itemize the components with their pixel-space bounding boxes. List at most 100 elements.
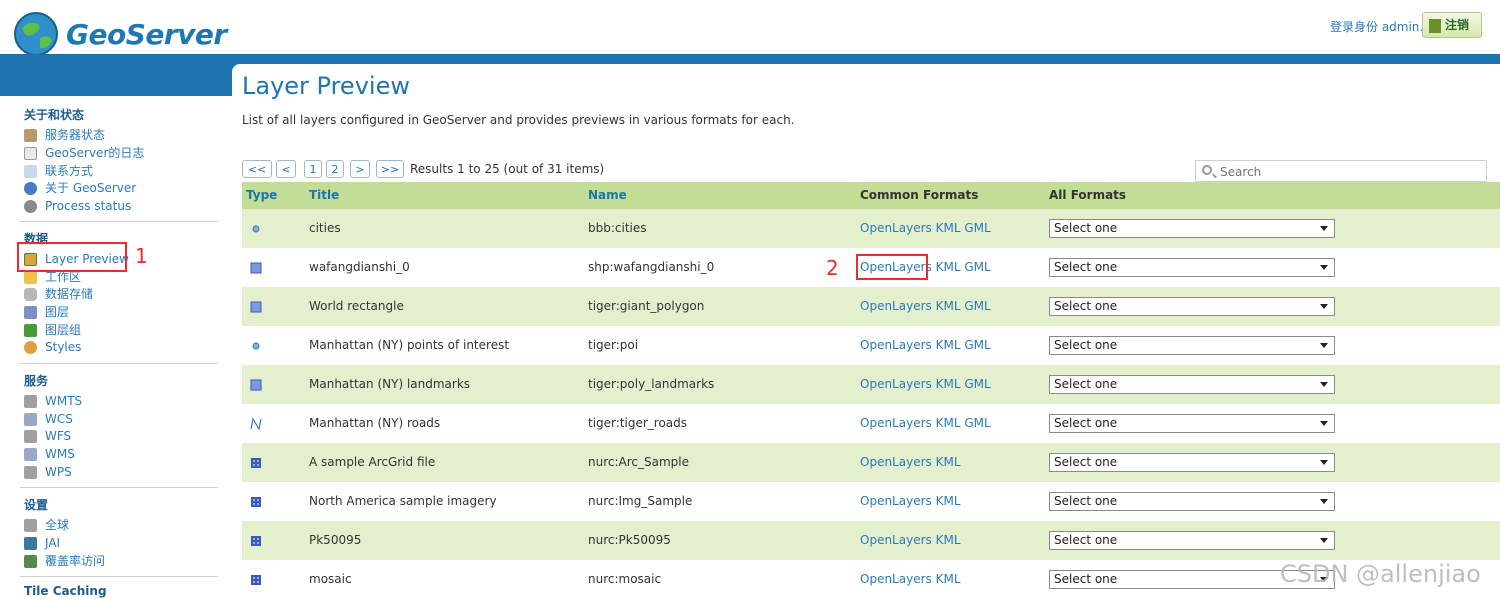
- all-formats-select[interactable]: Select one: [1049, 219, 1335, 238]
- gml-link[interactable]: GML: [964, 377, 990, 391]
- pager-first-button[interactable]: <<: [242, 160, 272, 178]
- openlayers-link[interactable]: OpenLayers: [860, 377, 932, 391]
- annotation-number-2: 2: [826, 256, 839, 280]
- sidebar-item-global[interactable]: 全球: [24, 517, 69, 533]
- sidebar-item-about[interactable]: 关于 GeoServer: [24, 180, 136, 196]
- select-value: Select one: [1054, 299, 1118, 313]
- openlayers-link[interactable]: OpenLayers: [860, 299, 932, 313]
- sidebar-item-contact[interactable]: 联系方式: [24, 163, 93, 179]
- annotation-number-1: 1: [135, 244, 148, 268]
- all-formats-select[interactable]: Select one: [1049, 414, 1335, 433]
- polygon-layer-icon: [250, 301, 262, 313]
- openlayers-link[interactable]: OpenLayers: [860, 455, 932, 469]
- select-value: Select one: [1054, 572, 1118, 586]
- sidebar-item-wmts[interactable]: WMTS: [24, 393, 82, 409]
- openlayers-link[interactable]: OpenLayers: [860, 572, 932, 586]
- sidebar-item-label: 图层组: [45, 323, 82, 337]
- sidebar-item-server-status[interactable]: 服务器状态: [24, 127, 105, 143]
- coverage-icon: [24, 555, 37, 568]
- sidebar-item-layers[interactable]: 图层: [24, 304, 69, 320]
- kml-link[interactable]: KML: [936, 377, 961, 391]
- table-row: Pk50095 nurc:Pk50095 OpenLayers KML Select …: [242, 521, 1500, 560]
- annotation-box-1: [17, 242, 127, 272]
- pager-last-button[interactable]: >>: [376, 160, 404, 178]
- column-header-title[interactable]: Title: [309, 188, 339, 202]
- layer-title: A sample ArcGrid file: [309, 455, 436, 469]
- sidebar-item-wps[interactable]: WPS: [24, 464, 72, 480]
- all-formats-select[interactable]: Select one: [1049, 336, 1335, 355]
- kml-link[interactable]: KML: [936, 338, 961, 352]
- common-formats: OpenLayers KML: [860, 494, 961, 508]
- select-value: Select one: [1054, 221, 1118, 235]
- all-formats-select[interactable]: Select one: [1049, 375, 1335, 394]
- logout-button[interactable]: 注销: [1422, 12, 1482, 38]
- all-formats-select[interactable]: Select one: [1049, 453, 1335, 472]
- sidebar-item-stores[interactable]: 数据存储: [24, 286, 93, 302]
- folder-icon: [24, 271, 37, 284]
- column-header-type[interactable]: Type: [246, 188, 277, 202]
- kml-link[interactable]: KML: [936, 299, 961, 313]
- sidebar-item-logs[interactable]: GeoServer的日志: [24, 145, 144, 161]
- kml-link[interactable]: KML: [936, 533, 961, 547]
- chevron-down-icon: [1320, 421, 1328, 426]
- nav-heading-tile-caching: Tile Caching: [24, 584, 107, 598]
- log-icon: [24, 147, 37, 160]
- all-formats-select[interactable]: Select one: [1049, 492, 1335, 511]
- nav-divider: [20, 363, 218, 364]
- all-formats-select[interactable]: Select one: [1049, 258, 1335, 277]
- chevron-down-icon: [1320, 382, 1328, 387]
- kml-link[interactable]: KML: [936, 260, 961, 274]
- kml-link[interactable]: KML: [936, 494, 961, 508]
- layer-title: North America sample imagery: [309, 494, 497, 508]
- pager-page-1-button[interactable]: 1: [304, 160, 322, 178]
- app-logo-text: GeoServer: [66, 18, 227, 51]
- layer-title: Manhattan (NY) roads: [309, 416, 441, 430]
- sidebar-item-label: WPS: [45, 465, 72, 479]
- kml-link[interactable]: KML: [936, 416, 961, 430]
- header: GeoServer 登录身份 admin. 注销: [0, 0, 1500, 62]
- geoserver-globe-icon: [14, 12, 58, 56]
- openlayers-link[interactable]: OpenLayers: [860, 533, 932, 547]
- sidebar-item-label: GeoServer的日志: [45, 146, 145, 160]
- sidebar-item-jai[interactable]: JAI: [24, 535, 60, 551]
- sidebar-item-label: 覆盖率访问: [45, 554, 106, 568]
- layer-name: tiger:giant_polygon: [588, 299, 705, 313]
- pager-next-button[interactable]: >: [350, 160, 370, 178]
- kml-link[interactable]: KML: [936, 455, 961, 469]
- sidebar-item-styles[interactable]: Styles: [24, 339, 81, 355]
- raster-layer-icon: [251, 497, 261, 507]
- pager-prev-button[interactable]: <: [276, 160, 296, 178]
- common-formats: OpenLayers KML: [860, 533, 961, 547]
- layer-name: shp:wafangdianshi_0: [588, 260, 715, 274]
- search-input[interactable]: [1218, 163, 1482, 181]
- all-formats-select[interactable]: Select one: [1049, 531, 1335, 550]
- sidebar-item-process-status[interactable]: Process status: [24, 198, 131, 214]
- layer-name: nurc:Pk50095: [588, 533, 671, 547]
- openlayers-link[interactable]: OpenLayers: [860, 494, 932, 508]
- sidebar-item-coverage-access[interactable]: 覆盖率访问: [24, 553, 105, 569]
- kml-link[interactable]: KML: [936, 572, 961, 586]
- pager-page-2-button[interactable]: 2: [326, 160, 344, 178]
- column-header-name[interactable]: Name: [588, 188, 627, 202]
- openlayers-link[interactable]: OpenLayers: [860, 416, 932, 430]
- table-row: Manhattan (NY) roads tiger:tiger_roads Ope…: [242, 404, 1500, 443]
- gml-link[interactable]: GML: [964, 338, 990, 352]
- sidebar-item-wms[interactable]: WMS: [24, 446, 75, 462]
- kml-link[interactable]: KML: [936, 221, 961, 235]
- page-title: Layer Preview: [242, 72, 410, 100]
- sidebar-item-label: 联系方式: [45, 164, 94, 178]
- gml-link[interactable]: GML: [964, 221, 990, 235]
- sidebar-item-layer-groups[interactable]: 图层组: [24, 322, 81, 338]
- chevron-down-icon: [1320, 265, 1328, 270]
- sidebar-item-wfs[interactable]: WFS: [24, 428, 71, 444]
- openlayers-link[interactable]: OpenLayers: [860, 221, 932, 235]
- openlayers-link[interactable]: OpenLayers: [860, 338, 932, 352]
- gml-link[interactable]: GML: [964, 299, 990, 313]
- gml-link[interactable]: GML: [964, 260, 990, 274]
- gml-link[interactable]: GML: [964, 416, 990, 430]
- all-formats-select[interactable]: Select one: [1049, 297, 1335, 316]
- polygon-layer-icon: [250, 262, 262, 274]
- page-description: List of all layers configured in GeoServ…: [242, 113, 795, 127]
- sidebar-item-wcs[interactable]: WCS: [24, 411, 73, 427]
- point-layer-icon: [252, 225, 260, 233]
